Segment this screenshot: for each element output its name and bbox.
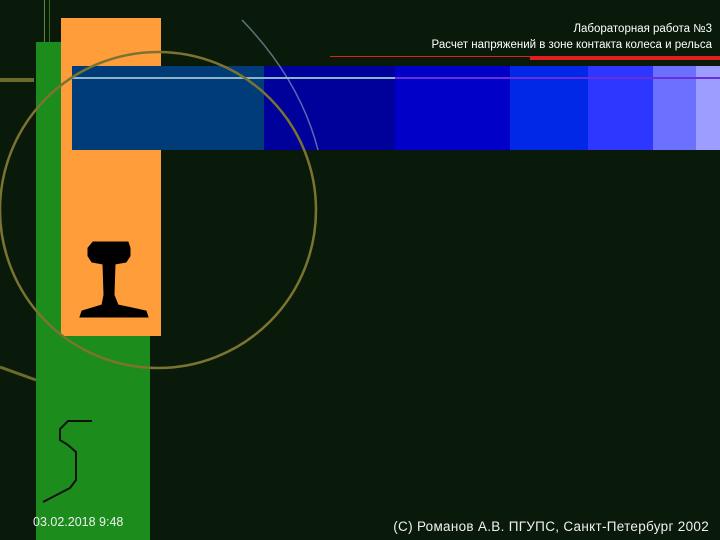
title-underline-thick [530, 57, 720, 60]
title-line-1: Лабораторная работа №3 [573, 23, 712, 35]
horizontal-rule-purple [395, 77, 720, 79]
footer-credit: (C) Романов А.В. ПГУПС, Санкт-Петербург … [393, 519, 709, 534]
slide-title: Лабораторная работа №3 Расчет напряжений… [432, 21, 712, 53]
footer-date: 03.02.2018 9:48 [33, 515, 124, 529]
title-line-2: Расчет напряжений в зоне контакта колеса… [431, 39, 712, 52]
left-tick-mark [0, 78, 34, 82]
arc-tail [0, 365, 37, 382]
slide: Лабораторная работа №3 Расчет напряжений… [0, 0, 720, 540]
